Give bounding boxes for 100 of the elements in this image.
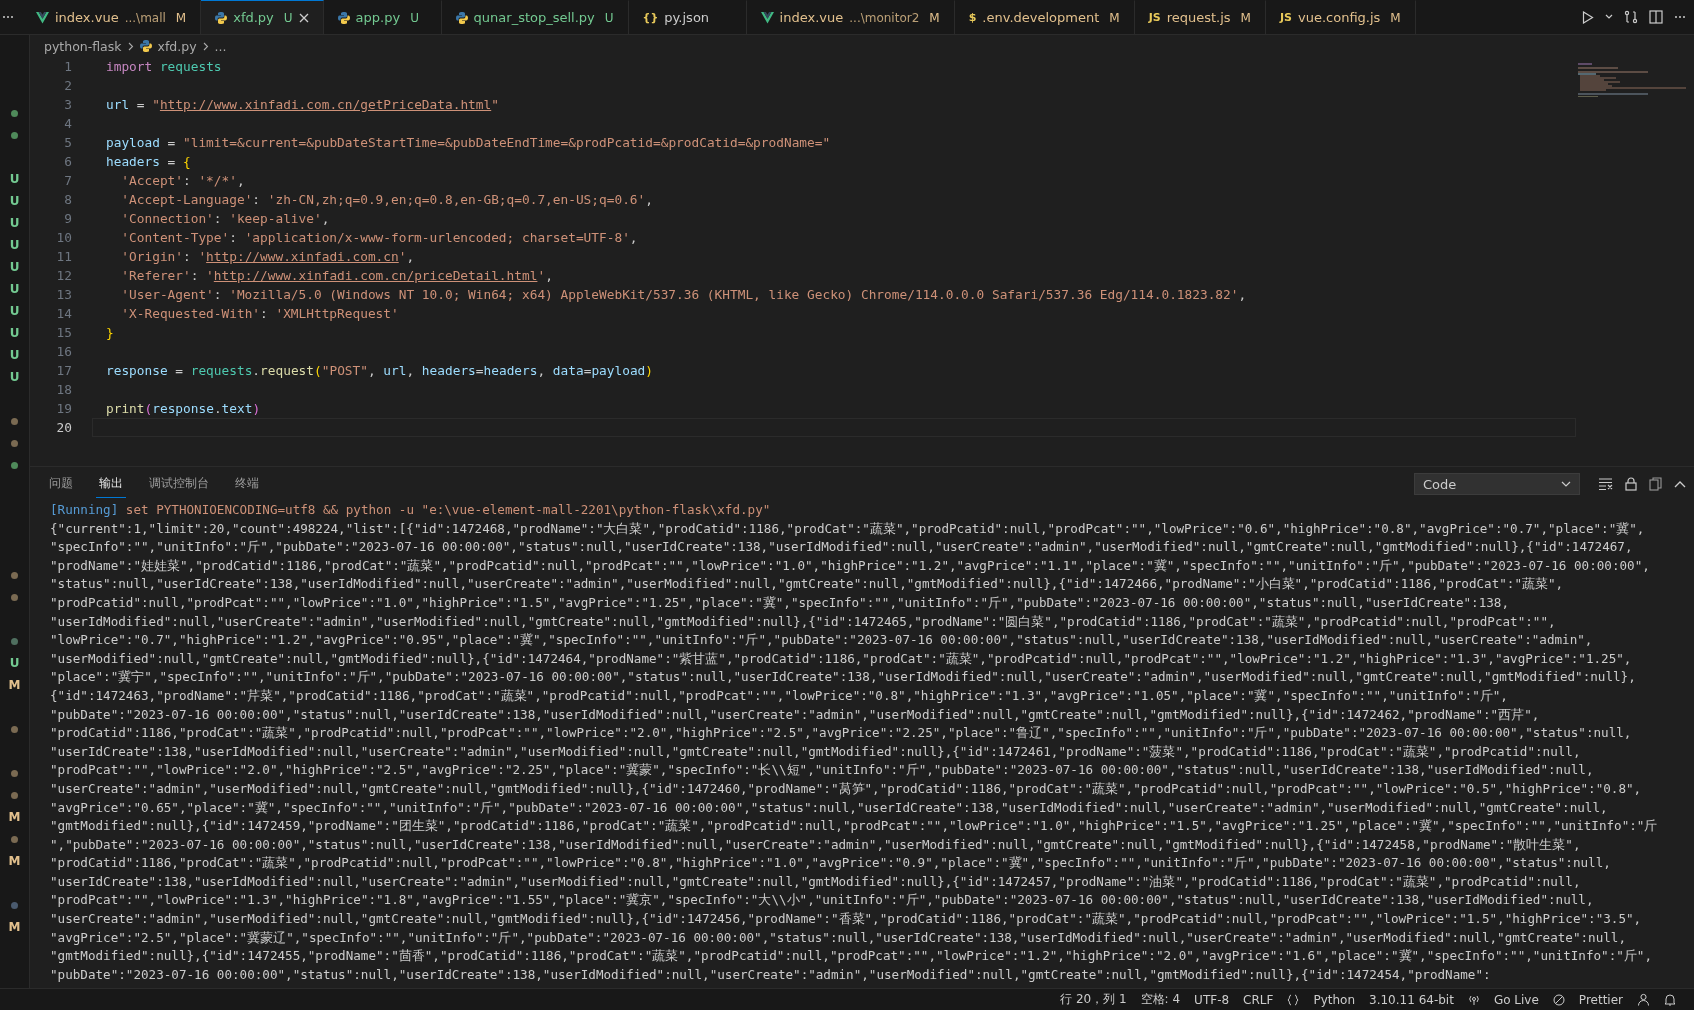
chevron-icon xyxy=(202,41,209,51)
line-number: 20 xyxy=(55,420,72,435)
blocked-icon xyxy=(1552,993,1565,1006)
more-icon[interactable] xyxy=(2,15,14,19)
vue-icon xyxy=(760,11,774,24)
output-line: "userIdCreate":138,"userIdModified":null,"userCreate":"admin","userModified":null,"gmtCreate":null,"gmtModified":null},{"id":1472461,"prodName":"菠菜","prodCatid":1186,"prodCat":"蔬菜","prodPcatid":null, xyxy=(50,742,1582,761)
breadcrumb-item[interactable]: python-flask xyxy=(44,38,122,54)
code-line: headers = { xyxy=(106,154,191,169)
git-status: M xyxy=(8,854,21,868)
line-number: 1 xyxy=(63,59,72,74)
copy-icon[interactable] xyxy=(1649,477,1662,491)
output-line: "prodPcat":"","lowPrice":"2.0","highPrice":"2.5","avgPrice":"2.25","place":"冀蒙","specInfo":"长\\短","unitInfo":"斤","pubDate":"2023-07-16 00:00:00","status":null,"userIdCreate":138,"userIdModified":null, xyxy=(50,761,1595,780)
chevron-icon xyxy=(127,41,134,51)
git-status: U xyxy=(9,348,20,362)
clear-output-icon[interactable] xyxy=(1598,478,1613,490)
line-number: 13 xyxy=(55,287,72,302)
cursor-position[interactable]: 行 20，列 1 xyxy=(1060,991,1127,1008)
line-number: 9 xyxy=(63,211,72,226)
compare-icon[interactable] xyxy=(1624,10,1638,24)
line-number: 12 xyxy=(55,268,72,283)
output-line: "prodPcatid":null,"prodPcat":"","lowPrice":"1.0","highPrice":"1.5","avgPrice":"1.25","place":"冀","specInfo":"","unitInfo":"斤","pubDate":"2023-07-16 00:00:00","status":null,"userIdCreate":138, xyxy=(50,593,1510,612)
code-line: print(response.text) xyxy=(106,401,261,416)
code-link[interactable]: http://www.xinfadi.com.cn xyxy=(206,249,399,264)
chevron-up-icon[interactable] xyxy=(1674,480,1686,488)
line-number: 8 xyxy=(63,192,72,207)
caret-icon[interactable] xyxy=(1605,14,1613,20)
vue-icon xyxy=(36,11,49,24)
code-line: 'Content-Type': 'application/x-www-form-urlencoded; charset=UTF-8', xyxy=(120,230,639,245)
code-link[interactable]: http://www.xinfadi.com.cn/getPriceData.html xyxy=(159,97,492,112)
code-line: import requests xyxy=(106,59,222,74)
code-link[interactable]: http://www.xinfadi.com.cn/priceDetail.html xyxy=(213,268,538,283)
git-status: U xyxy=(9,656,20,670)
language-status[interactable]: Python xyxy=(1313,992,1355,1007)
output-line: "pubDate":"2023-07-16 00:00:00","status":null,"userIdCreate":138,"userIdModified":null,"userCreate":"admin","userModified":null,"gmtCreate":null,"gmtModified":null},{"id":1472454,"prodName": xyxy=(50,965,1492,984)
line-number: 5 xyxy=(63,135,72,150)
git-status: U xyxy=(9,282,20,296)
close-icon[interactable] xyxy=(298,12,309,23)
line-number: 16 xyxy=(55,344,72,359)
output-line: "specInfo":"","unitInfo":"斤","pubDate":"2023-07-16 00:00:00","status":null,"userIdCreate":138,"userIdModified":null,"userCreate":"admin","userModified":null,"gmtCreate":null,"gmtModified":null},{"id":1472467, xyxy=(50,538,1634,557)
git-status: U xyxy=(9,172,20,186)
file-type-icon: JS xyxy=(1279,11,1292,24)
file-type-icon: {} xyxy=(642,11,659,24)
output-line: "avgPrice":"0.65","place":"冀","specInfo":"","unitInfo":"斤","pubDate":"2023-07-16 00:00:00","status":null,"userIdCreate":138,"userIdModified":null,"userCreate":"admin","userModified":null,"gmtCreate":null, xyxy=(50,798,1609,817)
output-line: "status":null,"userIdCreate":138,"userIdModified":null,"userCreate":"admin","userModified":null,"gmtCreate":null,"gmtModified":null},{"id":1472466,"prodName":"小白菜","prodCatid":1186,"prodCat":"蔬菜", xyxy=(50,575,1565,594)
line-number: 15 xyxy=(55,325,72,340)
code-line: 'Accept-Language': 'zh-CN,zh;q=0.9,en;q=0.8,en-GB;q=0.7,en-US;q=0.6', xyxy=(120,192,654,207)
line-number: 17 xyxy=(55,363,72,378)
output-channel-select[interactable]: Code xyxy=(1414,473,1580,495)
interpreter-status[interactable]: 3.10.11 64-bit xyxy=(1369,992,1454,1007)
python-icon xyxy=(215,11,228,24)
indentation-status[interactable]: 空格: 4 xyxy=(1140,991,1181,1008)
git-status: U xyxy=(9,238,20,252)
git-status: U xyxy=(9,370,20,384)
output-line: "lowPrice":"0.7","highPrice":"1.2","avgPrice":"0.95","place":"冀","specInfo":"","unitInfo":"斤","pubDate":"2023-07-16 00:00:00","status":null,"userIdCreate":138,"userIdModified":null,"userCreate":"admin", xyxy=(50,631,1594,650)
go-live-button[interactable]: Go Live xyxy=(1493,992,1539,1007)
git-status: M xyxy=(8,810,21,824)
git-status: M xyxy=(8,920,21,934)
panel-tab[interactable]: 问题 xyxy=(46,470,76,498)
output-line: "prodCatid":1186,"prodCat":"蔬菜","prodPcatid":null,"prodPcat":"","lowPrice":"2.0","highPrice":"2.5","avgPrice":"2.25","place":"鲁辽","specInfo":"","unitInfo":"斤","pubDate":"2023-07-16 00:00:00","status":null, xyxy=(50,724,1633,743)
line-number: 14 xyxy=(55,306,72,321)
git-status: U xyxy=(9,260,20,274)
output-line: "userCreate":"admin","userModified":null,"gmtCreate":null,"gmtModified":null},{"id":1472460,"prodName":"莴笋","prodCatid":1186,"prodCat":"蔬菜","prodPcatid":null,"prodPcat":"","lowPrice":"0.5","highPrice":"0.8", xyxy=(50,779,1643,798)
python-icon xyxy=(455,11,468,24)
code-line: url = "http://www.xinfadi.com.cn/getPriceData.html" xyxy=(106,97,499,112)
line-number: 18 xyxy=(55,382,72,397)
output-line: "prodPcat":"","lowPrice":"1.3","highPrice":"1.8","avgPrice":"1.55","place":"冀京","specInfo":"大\\小","unitInfo":"斤","pubDate":"2023-07-16 00:00:00","status":null,"userIdCreate":138,"userIdModified":null, xyxy=(50,891,1595,910)
code-line: 'Accept': '*/*', xyxy=(120,173,246,188)
line-number: 19 xyxy=(55,401,72,416)
breadcrumb-item[interactable]: ... xyxy=(214,38,227,54)
braces-icon xyxy=(1287,993,1300,1006)
code-line: 'Origin': 'http://www.xinfadi.com.cn', xyxy=(120,249,416,264)
split-editor-icon[interactable] xyxy=(1649,10,1663,24)
output-line: "prodName":"娃娃菜","prodCatid":1186,"prodCat":"蔬菜","prodPcatid":null,"prodPcat":"","lowPrice":"1.0","highPrice":"1.2","avgPrice":"1.1","place":"冀","specInfo":"","unitInfo":"斤","pubDate":"2023-07-16 00:00:00", xyxy=(50,556,1651,575)
output-line: "avgPrice":"2.5","place":"冀蒙辽","specInfo":"","unitInfo":"斤","pubDate":"2023-07-16 00:00:00","status":null,"userIdCreate":138,"userIdModified":null,"userCreate":"admin","userModified":null,"gmtCreate":null, xyxy=(50,928,1627,947)
run-icon[interactable] xyxy=(1582,10,1594,24)
output-line: "place":"冀宁","specInfo":"","unitInfo":"斤","pubDate":"2023-07-16 00:00:00","status":null,"userIdCreate":138,"userIdModified":null,"userCreate":"admin","userModified":null,"gmtCreate":null,"gmtModified":null}, xyxy=(50,668,1637,687)
output-line: {"current":1,"limit":20,"count":498224,"list":[{"id":1472468,"prodName":"大白菜","prodCatid":1186,"prodCat":"蔬菜","prodPcatid":null,"prodPcat":"","lowPrice":"0.6","highPrice":"0.8","avgPrice":"0.7","place":"冀", xyxy=(50,519,1646,538)
code-line: 'Connection': 'keep-alive', xyxy=(120,211,331,226)
python-icon xyxy=(139,40,152,52)
panel-tab[interactable]: 输出 xyxy=(96,470,126,498)
lock-icon[interactable] xyxy=(1625,477,1637,491)
editor-tab[interactable]: xfd.py U xyxy=(201,0,324,34)
git-status: U xyxy=(9,326,20,340)
output-line: "gmtModified":null},{"id":1472459,"prodName":"团生菜","prodCatid":1186,"prodCat":"蔬菜","prodPcatid":null,"prodPcat":"","lowPrice":"1.0","highPrice":"1.5","avgPrice":"1.25","place":"冀","specInfo":"","unitInfo":"斤 xyxy=(50,817,1659,836)
breadcrumb-item[interactable]: xfd.py xyxy=(157,38,197,54)
prettier-status[interactable]: Prettier xyxy=(1578,992,1623,1007)
code-line: 'User-Agent': 'Mozilla/5.0 (Windows NT 10.0; Win64; x64) AppleWebKit/537.36 (KHTML, like Gecko) Chrome/114.0.0.0 Safari/537.36 Edg/114.0.1823.82', xyxy=(120,287,1248,302)
person-icon[interactable] xyxy=(1637,993,1650,1006)
run-command: set PYTHONIOENCODING=utf8 && python -u "e:\vue-element-mall-2201\python-flask\xfd.py" xyxy=(125,502,771,517)
more-icon[interactable] xyxy=(1674,15,1686,19)
running-status: [Running] xyxy=(50,502,119,517)
output-line: "userModified":null,"gmtCreate":null,"gmtModified":null},{"id":1472464,"prodName":"紫甘蓝","prodCatid":1186,"prodCat":"蔬菜","prodPcatid":null,"prodPcat":"","lowPrice":"1.2","highPrice":"1.3","avgPrice":"1.25", xyxy=(50,649,1633,668)
line-ending-status[interactable]: CRLF xyxy=(1243,992,1274,1007)
encoding-status[interactable]: UTF-8 xyxy=(1194,992,1230,1007)
panel-tab[interactable]: 终端 xyxy=(232,470,262,498)
python-icon xyxy=(337,11,350,24)
bell-icon[interactable] xyxy=(1664,993,1676,1006)
line-number: 2 xyxy=(63,78,72,93)
panel-tab[interactable]: 调试控制台 xyxy=(146,470,212,498)
code-line: response = requests.request("POST", url, headers=headers, data=payload) xyxy=(106,363,654,378)
